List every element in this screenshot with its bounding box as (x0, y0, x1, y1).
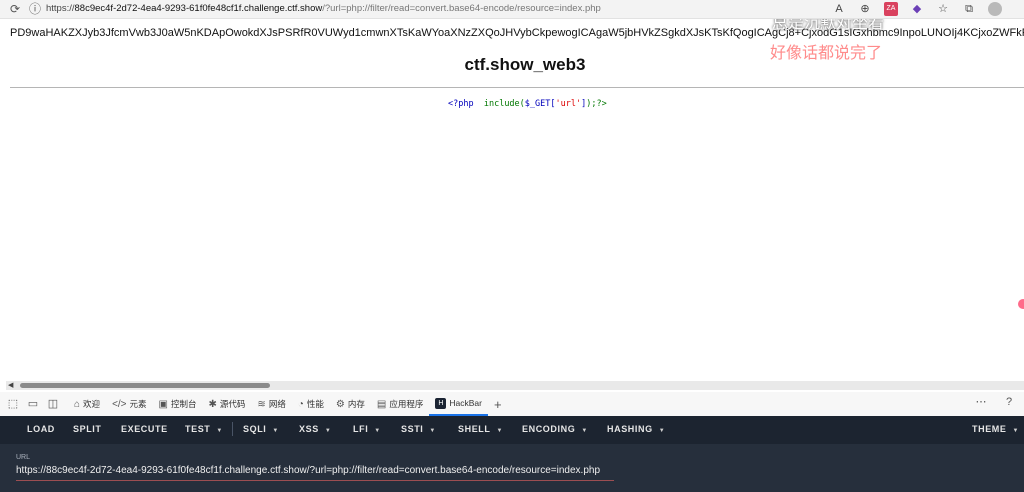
split-button[interactable]: SPLIT (73, 424, 102, 434)
tab-label: 内存 (347, 399, 365, 409)
extension-purple-icon[interactable]: ◆ (910, 2, 924, 16)
shell-menu[interactable]: SHELL ▼ (458, 424, 503, 434)
add-tab-icon[interactable]: + (488, 397, 508, 412)
lfi-menu[interactable]: LFI ▼ (353, 424, 381, 434)
favorite-icon[interactable]: ☆ (936, 2, 950, 16)
url-path: /?url=php://filter/read=convert.base64-e… (322, 3, 601, 14)
menu-separator (232, 422, 233, 436)
tab-label: 源代码 (219, 399, 246, 409)
lyric-overlay-2: 好像话都说完了 (770, 45, 883, 62)
tab-label: HackBar (449, 398, 482, 408)
help-icon[interactable]: ? (1002, 395, 1016, 409)
tab-elements[interactable]: </> 元素 (106, 392, 152, 416)
refresh-icon[interactable]: ⟳ (8, 2, 22, 16)
tab-label: 元素 (129, 399, 147, 409)
lyric-overlay-1: 总是沉默对坐着 (772, 19, 885, 32)
tab-welcome[interactable]: ⌂ 欢迎 (68, 392, 106, 416)
home-icon: ⌂ (74, 398, 81, 410)
menu-label: HASHING (607, 424, 653, 434)
tab-label: 应用程序 (389, 399, 424, 409)
tab-network[interactable]: ≋ 网络 (251, 392, 291, 416)
menu-label: THEME (972, 424, 1007, 434)
menu-label: LFI (353, 424, 369, 434)
tab-label: 网络 (268, 399, 286, 409)
url-scheme: https:// (46, 3, 75, 14)
scrollbar-thumb[interactable] (20, 383, 270, 388)
php-get-key: 'url' (555, 99, 582, 109)
extension-red-icon[interactable]: ZA (884, 2, 898, 16)
tab-sources[interactable]: ✱ 源代码 (203, 392, 252, 416)
app-icon: ▤ (376, 398, 387, 410)
caret-down-icon: ▼ (374, 428, 381, 434)
encoding-menu[interactable]: ENCODING ▼ (522, 424, 588, 434)
profile-avatar[interactable] (988, 2, 1002, 16)
tab-performance[interactable]: ◔ 性能 (292, 392, 330, 416)
wifi-icon: ≋ (257, 398, 266, 410)
sidebar-toggle-icon[interactable]: ◫ (46, 397, 60, 411)
caret-down-icon: ▼ (272, 428, 279, 434)
gauge-icon: ◔ (297, 398, 304, 410)
divider (10, 87, 1024, 88)
caret-down-icon: ▼ (324, 428, 332, 434)
tab-application[interactable]: ▤ 应用程序 (371, 392, 429, 416)
caret-down-icon: ▼ (581, 428, 588, 434)
load-button[interactable]: LOAD (27, 424, 55, 434)
url-host: 88c9ec4f-2d72-4ea4-9293-61f0fe48cf1f.cha… (74, 3, 323, 14)
test-menu[interactable]: TEST ▼ (185, 424, 223, 434)
caret-down-icon: ▼ (429, 428, 436, 434)
menu-label: ENCODING (522, 424, 576, 434)
hackbar-panel: LOAD SPLIT EXECUTE TEST ▼ SQLI ▼ XSS ▼ LFI ▼… (0, 416, 1024, 492)
php-source: <?php include($_GET['url']);?> (448, 99, 607, 109)
ssti-menu[interactable]: SSTI ▼ (401, 424, 436, 434)
code-icon: </> (112, 398, 127, 410)
url-input[interactable]: https://88c9ec4f-2d72-4ea4-9293-61f0fe48… (16, 465, 600, 476)
menu-label: TEST (185, 424, 211, 434)
web-page: PD9waHAKZXJyb3JfcmVwb3J0aW5nKDApOwokdXJs… (0, 19, 1024, 379)
url-field[interactable]: URL https://88c9ec4f-2d72-4ea4-9293-61f0… (0, 444, 1024, 492)
caret-down-icon: ▼ (496, 428, 504, 434)
address-bar[interactable]: https://88c9ec4f-2d72-4ea4-9293-61f0fe48… (46, 3, 601, 14)
hashing-menu[interactable]: HASHING ▼ (607, 424, 665, 434)
tab-memory[interactable]: ⚙ 内存 (330, 392, 371, 416)
php-open-tag: <?php (448, 99, 474, 109)
php-get-var: $_GET[ (524, 99, 556, 109)
inspect-icon[interactable]: ⬚ (6, 397, 20, 411)
collections-icon[interactable]: ⧉ (962, 2, 976, 16)
sqli-menu[interactable]: SQLI ▼ (243, 424, 279, 434)
caret-down-icon: ▼ (658, 428, 666, 434)
xss-menu[interactable]: XSS ▼ (299, 424, 331, 434)
php-include: include( (483, 99, 525, 109)
execute-button[interactable]: EXECUTE (121, 424, 168, 434)
floating-dot[interactable] (1018, 299, 1024, 309)
spellcheck-underline (16, 480, 614, 481)
caret-down-icon: ▼ (1012, 428, 1020, 434)
console-icon: ▣ (158, 398, 168, 410)
tab-hackbar[interactable]: H HackBar (429, 392, 488, 416)
url-field-label: URL (16, 454, 31, 461)
font-icon[interactable]: A (832, 2, 846, 16)
bug-icon: ✱ (208, 398, 217, 410)
site-info-icon[interactable]: ⓘ (28, 2, 42, 16)
browser-toolbar: ⟳ ⓘ https://88c9ec4f-2d72-4ea4-9293-61f0… (0, 0, 1024, 19)
menu-label: SSTI (401, 424, 424, 434)
gear-icon: ⚙ (335, 398, 345, 410)
scroll-left-icon[interactable]: ◀ (8, 381, 13, 390)
theme-menu[interactable]: THEME ▼ (972, 424, 1019, 434)
hackbar-menu: LOAD SPLIT EXECUTE TEST ▼ SQLI ▼ XSS ▼ LFI ▼… (0, 416, 1024, 442)
devtools-tabbar: ⬚ ▭ ◫ ⌂ 欢迎 </> 元素 ▣ 控制台 ✱ 源代码 ≋ 网络 ◔ 性能 ⚙ 内存 ▤ 应… (0, 392, 1024, 417)
tab-label: 欢迎 (83, 399, 101, 409)
more-icon[interactable]: ⋯ (974, 395, 988, 409)
horizontal-scrollbar[interactable]: ◀ (6, 381, 1024, 390)
tab-console[interactable]: ▣ 控制台 (153, 392, 203, 416)
device-icon[interactable]: ▭ (26, 397, 40, 411)
tab-label: 性能 (306, 399, 324, 409)
menu-label: SQLI (243, 424, 267, 434)
menu-label: SHELL (458, 424, 491, 434)
tab-label: 控制台 (171, 399, 197, 409)
zoom-icon[interactable]: ⊕ (858, 2, 872, 16)
menu-label: XSS (299, 424, 319, 434)
caret-down-icon: ▼ (216, 428, 223, 434)
hackbar-icon: H (435, 397, 447, 409)
php-close: );?> (586, 99, 607, 109)
